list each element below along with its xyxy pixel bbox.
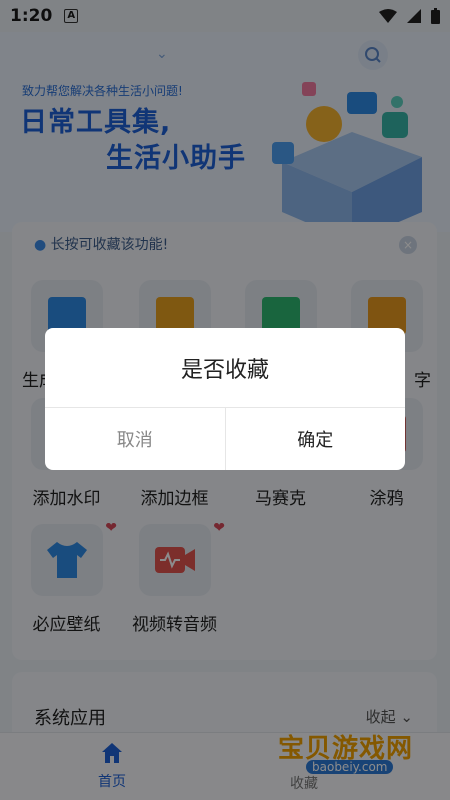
favorite-dialog: 是否收藏 取消 确定 <box>45 328 405 470</box>
confirm-button[interactable]: 确定 <box>226 408 406 470</box>
dialog-message: 是否收藏 <box>45 328 405 408</box>
cancel-button[interactable]: 取消 <box>45 408 226 470</box>
dialog-actions: 取消 确定 <box>45 408 405 470</box>
